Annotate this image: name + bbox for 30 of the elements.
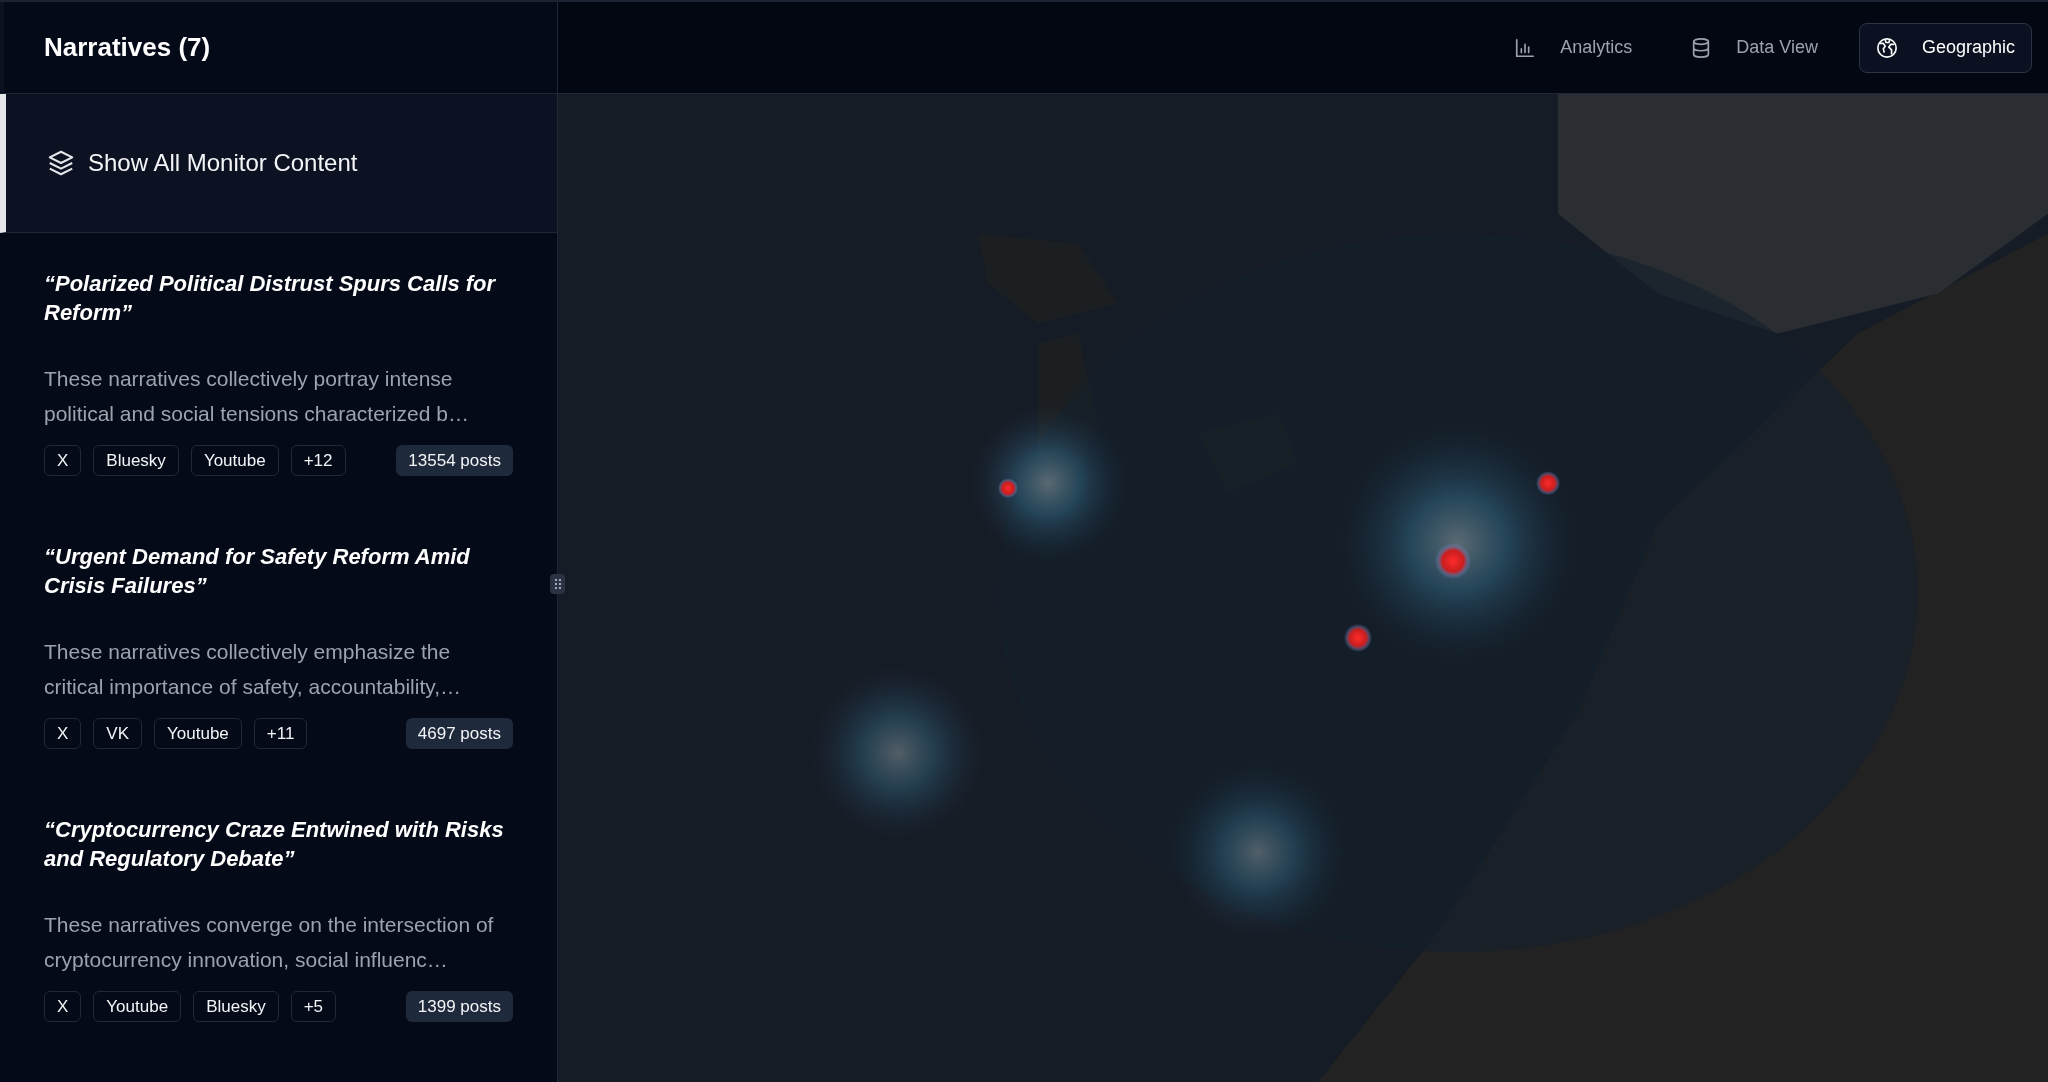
platform-tag: Youtube	[93, 991, 182, 1022]
platform-tag: +12	[290, 445, 346, 476]
platform-tag: X	[44, 718, 82, 749]
sidebar-title: Narratives (7)	[44, 31, 211, 64]
platform-tag: X	[44, 445, 82, 476]
narrative-title[interactable]: “Cryptocurrency Craze Entwined with Risks and Regulatory Debate”	[44, 815, 513, 873]
post-count-badge: 1399 posts	[405, 991, 513, 1022]
resize-handle-icon[interactable]	[550, 574, 565, 594]
post-count-badge: 4697 posts	[405, 718, 513, 749]
narrative-title[interactable]: “Urgent Demand for Safety Reform Amid Crisis Failures”	[44, 542, 513, 600]
view-tab[interactable]: Geographic	[1858, 22, 2032, 73]
view-tab[interactable]: Data View	[1673, 22, 1835, 73]
platform-tag: Youtube	[154, 718, 242, 749]
narrative-description: These narratives collectively emphasize the critical importance of safety, accountability,…	[44, 639, 463, 700]
post-count-badge: 13554 posts	[396, 445, 513, 476]
platform-tag: +11	[253, 718, 308, 749]
platform-tag: Youtube	[190, 445, 279, 476]
narrative-title[interactable]: “Polarized Political Distrust Spurs Calls for Reform”	[44, 269, 513, 327]
platform-tag: X	[44, 991, 82, 1022]
platform-tag: Bluesky	[193, 991, 279, 1022]
platform-tag: +5	[290, 991, 337, 1022]
narrative-description: These narratives collectively portray intense political and social tensions characterized b…	[44, 366, 470, 427]
show-all-button[interactable]: Show All Monitor Content	[0, 94, 557, 233]
narrative-description: These narratives converge on the intersection of cryptocurrency innovation, social influenc…	[44, 912, 495, 973]
layers-icon	[46, 148, 76, 178]
bar-chart-icon	[1514, 36, 1537, 59]
globe-icon	[1875, 36, 1898, 59]
platform-tag: Bluesky	[93, 445, 179, 476]
platform-tag: VK	[93, 718, 143, 749]
view-tab[interactable]: Analytics	[1497, 22, 1650, 73]
